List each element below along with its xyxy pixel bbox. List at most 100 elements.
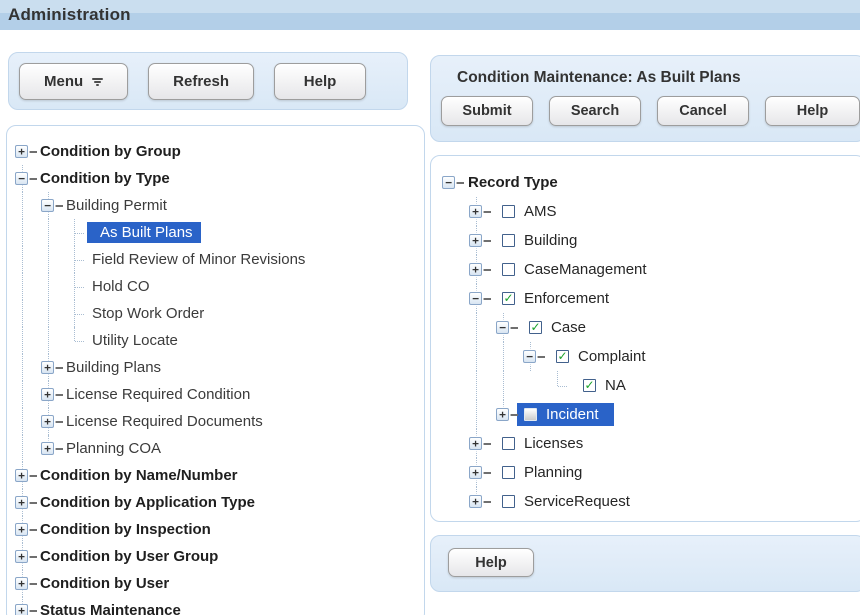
tree-item-label[interactable]: Record Type — [463, 174, 558, 191]
tree-item-stop-work-order[interactable]: Stop Work Order — [9, 300, 424, 327]
tree-item-condition-by-name-number[interactable]: + Condition by Name/Number — [9, 462, 424, 489]
tree-item-planning-coa[interactable]: + Planning COA — [9, 435, 424, 462]
tree-item-label[interactable]: Condition by User — [35, 575, 169, 592]
tree-item-label[interactable]: Condition by Inspection — [35, 521, 211, 538]
expand-icon[interactable]: + — [15, 550, 28, 563]
tree-item-label[interactable]: ServiceRequest — [524, 493, 630, 510]
tree-item-casemanagement[interactable]: + CaseManagement — [436, 255, 860, 284]
tree-item-status-maintenance[interactable]: + Status Maintenance — [9, 597, 424, 615]
tree-item-label[interactable]: Case — [551, 319, 586, 336]
tree-item-label[interactable]: Stop Work Order — [87, 305, 204, 322]
checkbox-unchecked[interactable] — [524, 408, 537, 421]
tree-item-complaint[interactable]: −✓Complaint — [436, 342, 860, 371]
tree-item-building-plans[interactable]: + Building Plans — [9, 354, 424, 381]
checkbox-checked[interactable]: ✓ — [502, 292, 515, 305]
footer-help-button[interactable]: Help — [448, 548, 534, 577]
expand-icon[interactable]: + — [469, 466, 482, 479]
expand-icon[interactable]: + — [469, 263, 482, 276]
refresh-button[interactable]: Refresh — [148, 63, 254, 100]
checkbox-unchecked[interactable] — [502, 234, 515, 247]
tree-item-condition-by-inspection[interactable]: + Condition by Inspection — [9, 516, 424, 543]
checkbox-unchecked[interactable] — [502, 437, 515, 450]
tree-item-incident[interactable]: + Incident — [436, 400, 860, 429]
tree-item-na[interactable]: ✓ NA — [436, 371, 860, 400]
tree-item-label[interactable]: Hold CO — [87, 278, 150, 295]
checkbox-checked[interactable]: ✓ — [556, 350, 569, 363]
expand-icon[interactable]: + — [41, 442, 54, 455]
tree-item-label[interactable]: CaseManagement — [524, 261, 647, 278]
tree-item-license-required-condition[interactable]: + License Required Condition — [9, 381, 424, 408]
tree-item-label[interactable]: Incident — [546, 406, 599, 423]
tree-item-label[interactable]: Planning COA — [61, 440, 161, 457]
tree-item-servicerequest[interactable]: + ServiceRequest — [436, 487, 860, 516]
expand-icon[interactable]: + — [15, 496, 28, 509]
expand-icon[interactable]: + — [15, 604, 28, 615]
tree-item-label[interactable]: Building Permit — [61, 197, 167, 214]
expand-icon[interactable]: + — [469, 205, 482, 218]
expand-icon[interactable]: + — [496, 408, 509, 421]
search-button[interactable]: Search — [549, 96, 641, 126]
tree-item-record-type[interactable]: −Record Type — [436, 168, 860, 197]
collapse-icon[interactable]: − — [15, 172, 28, 185]
expand-icon[interactable]: + — [15, 145, 28, 158]
expand-icon[interactable]: + — [15, 469, 28, 482]
collapse-icon[interactable]: − — [41, 199, 54, 212]
checkbox-unchecked[interactable] — [502, 495, 515, 508]
tree-item-label[interactable]: As Built Plans — [95, 224, 193, 241]
menu-button[interactable]: Menu — [19, 63, 128, 100]
tree-item-building[interactable]: + Building — [436, 226, 860, 255]
tree-item-label[interactable]: Enforcement — [524, 290, 609, 307]
tree-item-condition-by-user[interactable]: + Condition by User — [9, 570, 424, 597]
checkbox-unchecked[interactable] — [502, 263, 515, 276]
tree-item-condition-by-group[interactable]: + Condition by Group — [9, 138, 424, 165]
tree-item-label[interactable]: Condition by Name/Number — [35, 467, 238, 484]
tree-item-field-review-of-minor-revisions[interactable]: Field Review of Minor Revisions — [9, 246, 424, 273]
tree-item-licenses[interactable]: +Licenses — [436, 429, 860, 458]
collapse-icon[interactable]: − — [523, 350, 536, 363]
cancel-button[interactable]: Cancel — [657, 96, 749, 126]
tree-item-planning[interactable]: + Planning — [436, 458, 860, 487]
tree-item-label[interactable]: Condition by Group — [35, 143, 181, 160]
tree-item-condition-by-application-type[interactable]: + Condition by Application Type — [9, 489, 424, 516]
tree-item-label[interactable]: License Required Condition — [61, 386, 250, 403]
expand-icon[interactable]: + — [41, 361, 54, 374]
expand-icon[interactable]: + — [15, 577, 28, 590]
tree-item-label[interactable]: Planning — [524, 464, 582, 481]
selected-item-highlight[interactable]: Incident — [517, 403, 614, 426]
tree-item-building-permit[interactable]: −Building Permit — [9, 192, 424, 219]
checkbox-unchecked[interactable] — [502, 466, 515, 479]
expand-icon[interactable]: + — [41, 415, 54, 428]
submit-button[interactable]: Submit — [441, 96, 533, 126]
tree-item-label[interactable]: Utility Locate — [87, 332, 178, 349]
tree-item-hold-co[interactable]: Hold CO — [9, 273, 424, 300]
tree-item-condition-by-type[interactable]: −Condition by Type — [9, 165, 424, 192]
collapse-icon[interactable]: − — [469, 292, 482, 305]
expand-icon[interactable]: + — [41, 388, 54, 401]
tree-item-label[interactable]: Condition by Application Type — [35, 494, 255, 511]
tree-item-label[interactable]: Licenses — [524, 435, 583, 452]
tree-item-label[interactable]: Building — [524, 232, 577, 249]
expand-icon[interactable]: + — [469, 234, 482, 247]
tree-item-as-built-plans[interactable]: As Built Plans — [9, 219, 424, 246]
tree-item-license-required-documents[interactable]: + License Required Documents — [9, 408, 424, 435]
checkbox-unchecked[interactable] — [502, 205, 515, 218]
tree-item-label[interactable]: Status Maintenance — [35, 602, 181, 615]
tree-item-label[interactable]: Building Plans — [61, 359, 161, 376]
expand-icon[interactable]: + — [15, 523, 28, 536]
checkbox-checked[interactable]: ✓ — [529, 321, 542, 334]
checkbox-checked[interactable]: ✓ — [583, 379, 596, 392]
tree-item-label[interactable]: Field Review of Minor Revisions — [87, 251, 305, 268]
collapse-icon[interactable]: − — [496, 321, 509, 334]
tree-item-ams[interactable]: +AMS — [436, 197, 860, 226]
expand-icon[interactable]: + — [469, 495, 482, 508]
tree-item-utility-locate[interactable]: Utility Locate — [9, 327, 424, 354]
tree-item-label[interactable]: Condition by Type — [35, 170, 170, 187]
help-button[interactable]: Help — [274, 63, 366, 100]
tree-item-condition-by-user-group[interactable]: +Condition by User Group — [9, 543, 424, 570]
collapse-icon[interactable]: − — [442, 176, 455, 189]
tree-item-enforcement[interactable]: − ✓ Enforcement — [436, 284, 860, 313]
header-help-button[interactable]: Help — [765, 96, 860, 126]
tree-item-label[interactable]: NA — [605, 377, 626, 394]
tree-item-label[interactable]: License Required Documents — [61, 413, 263, 430]
selected-item-highlight[interactable]: As Built Plans — [87, 222, 201, 243]
